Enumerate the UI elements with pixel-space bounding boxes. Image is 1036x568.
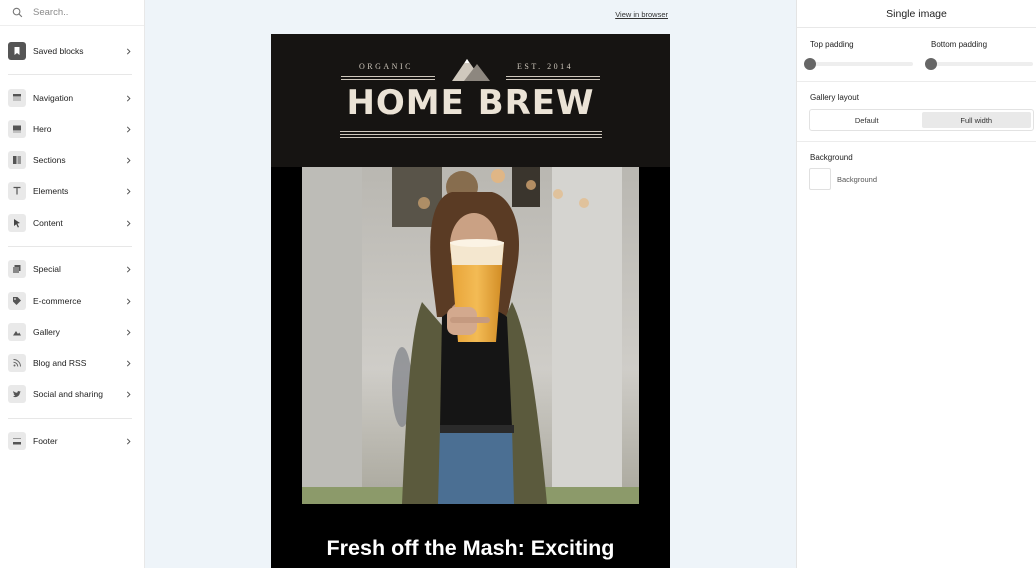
divider <box>8 246 132 247</box>
sidebar-item-label: Content <box>33 218 63 228</box>
navigation-icon <box>8 89 26 107</box>
mountain-logo-icon <box>452 59 490 81</box>
email-header-block[interactable]: ORGANIC EST. 2014 HOME BREW <box>271 34 670 167</box>
hero-icon <box>8 120 26 138</box>
sidebar-item-label: Blog and RSS <box>33 358 87 368</box>
gallery-layout-toggle: Default Full width <box>809 109 1034 131</box>
email-headline[interactable]: Fresh off the Mash: Exciting <box>271 536 670 561</box>
twitter-icon <box>8 385 26 403</box>
divider <box>797 141 1036 142</box>
bookmark-icon <box>8 42 26 60</box>
photo-illustration <box>302 167 639 504</box>
header-rule <box>341 79 435 80</box>
sidebar-item-saved-blocks[interactable]: Saved blocks <box>0 39 145 63</box>
divider <box>8 74 132 75</box>
background-section-label: Background <box>810 153 853 162</box>
chevron-right-icon <box>123 188 135 195</box>
header-rule <box>506 76 600 77</box>
gallery-layout-label: Gallery layout <box>810 93 859 102</box>
text-icon <box>8 182 26 200</box>
sidebar-item-label: Footer <box>33 436 58 446</box>
header-rule <box>341 76 435 77</box>
header-rule <box>340 134 602 135</box>
sidebar-item-social-sharing[interactable]: Social and sharing <box>0 382 145 406</box>
chevron-right-icon <box>123 329 135 336</box>
search-bar <box>0 0 144 26</box>
search-icon <box>12 7 23 18</box>
top-padding-slider[interactable] <box>809 62 913 66</box>
header-rule <box>340 131 602 132</box>
tag-icon <box>8 292 26 310</box>
email-preview: ORGANIC EST. 2014 HOME BREW Fresh off th… <box>271 34 670 568</box>
image-icon <box>8 323 26 341</box>
sections-icon <box>8 151 26 169</box>
sidebar-item-sections[interactable]: Sections <box>0 148 145 172</box>
bottom-padding-slider[interactable] <box>931 62 1033 66</box>
sidebar-item-hero[interactable]: Hero <box>0 117 145 141</box>
chevron-right-icon <box>123 438 135 445</box>
cursor-icon <box>8 214 26 232</box>
sidebar-item-blog-rss[interactable]: Blog and RSS <box>0 351 145 375</box>
header-rule <box>340 137 602 138</box>
divider <box>8 418 132 419</box>
hero-photo-woman-holding-beer[interactable] <box>302 167 639 504</box>
search-input[interactable] <box>33 7 133 18</box>
chevron-right-icon <box>123 220 135 227</box>
sidebar-item-content[interactable]: Content <box>0 211 145 235</box>
chevron-right-icon <box>123 266 135 273</box>
sidebar-item-elements[interactable]: Elements <box>0 179 145 203</box>
chevron-right-icon <box>123 391 135 398</box>
sidebar-item-label: Sections <box>33 155 66 165</box>
sidebar-item-footer[interactable]: Footer <box>0 429 145 453</box>
top-padding-slider-handle[interactable] <box>804 58 816 70</box>
panel-title: Single image <box>797 0 1036 28</box>
rss-icon <box>8 354 26 372</box>
bottom-padding-label: Bottom padding <box>931 40 988 49</box>
sidebar-item-navigation[interactable]: Navigation <box>0 86 145 110</box>
sidebar-item-label: Special <box>33 264 61 274</box>
sidebar-item-label: Navigation <box>33 93 74 103</box>
blocks-sidebar: Saved blocks Navigation Hero Sections El… <box>0 0 145 568</box>
chevron-right-icon <box>123 126 135 133</box>
chevron-right-icon <box>123 95 135 102</box>
sidebar-item-label: Gallery <box>33 327 60 337</box>
organic-label: ORGANIC <box>359 62 413 71</box>
header-rule <box>506 79 600 80</box>
chevron-right-icon <box>123 360 135 367</box>
background-color-swatch[interactable] <box>809 168 831 190</box>
chevron-right-icon <box>123 157 135 164</box>
sidebar-item-label: E-commerce <box>33 296 82 306</box>
footer-icon <box>8 432 26 450</box>
view-in-browser-link[interactable]: View in browser <box>615 10 668 19</box>
sidebar-item-gallery[interactable]: Gallery <box>0 320 145 344</box>
sidebar-item-special[interactable]: Special <box>0 257 145 281</box>
established-label: EST. 2014 <box>517 62 574 71</box>
sidebar-item-label: Saved blocks <box>33 46 84 56</box>
chevron-right-icon <box>123 48 135 55</box>
bottom-padding-slider-handle[interactable] <box>925 58 937 70</box>
sidebar-item-label: Social and sharing <box>33 389 103 399</box>
background-swatch-label: Background <box>837 175 878 184</box>
brand-title: HOME BREW <box>346 83 595 123</box>
top-padding-label: Top padding <box>810 40 854 49</box>
email-canvas: View in browser ORGANIC EST. 2014 HOME B… <box>145 0 796 568</box>
layout-default-option[interactable]: Default <box>812 112 922 128</box>
sidebar-item-label: Elements <box>33 186 69 196</box>
special-icon <box>8 260 26 278</box>
divider <box>797 81 1036 82</box>
sidebar-item-e-commerce[interactable]: E-commerce <box>0 289 145 313</box>
layout-full-width-option[interactable]: Full width <box>921 112 1031 128</box>
properties-panel: Single image Top padding Bottom padding … <box>796 0 1036 568</box>
chevron-right-icon <box>123 298 135 305</box>
sidebar-item-label: Hero <box>33 124 52 134</box>
